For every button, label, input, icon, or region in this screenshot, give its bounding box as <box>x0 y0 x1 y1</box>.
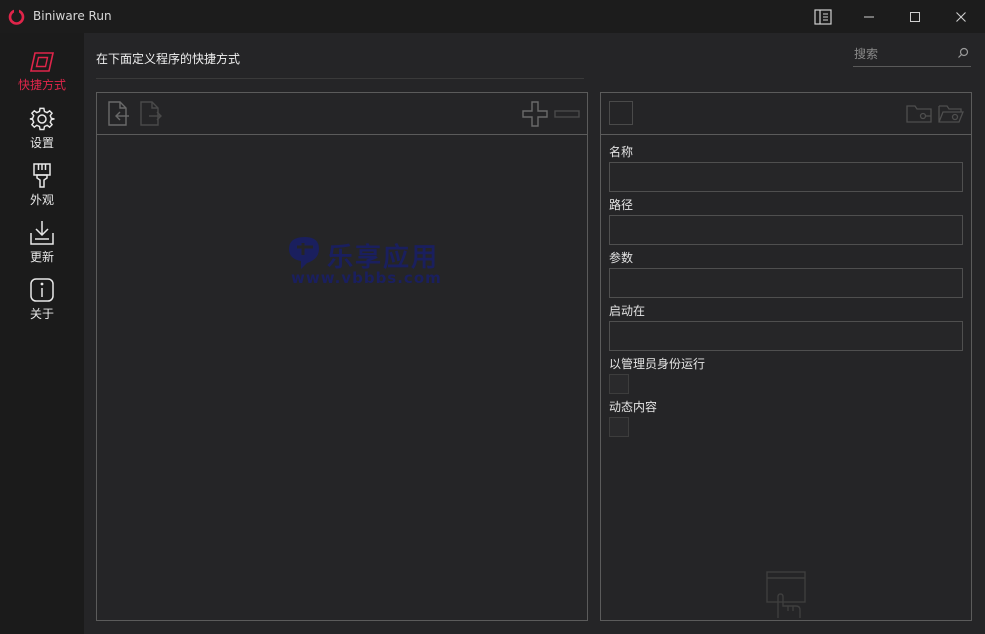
export-icon[interactable] <box>140 101 162 126</box>
startin-field[interactable] <box>609 321 963 351</box>
search-input[interactable] <box>853 44 954 64</box>
sidebar-item-label: 关于 <box>29 307 54 321</box>
maximize-icon <box>910 11 920 22</box>
params-label: 参数 <box>609 251 634 265</box>
shortcut-details-panel: 名称 路径 参数 启动在 以管理员身份运行 动态内容 <box>600 92 972 621</box>
title-bar: Biniware Run <box>0 0 985 33</box>
sidebar-item-label: 外观 <box>29 193 54 207</box>
close-button[interactable] <box>938 0 984 33</box>
brush-icon <box>33 163 51 188</box>
window-title: Biniware Run <box>33 9 112 23</box>
gear-icon <box>29 107 55 131</box>
minimize-icon <box>864 16 874 17</box>
watermark-url: www.vbbbs.com <box>291 269 442 287</box>
sidebar-item-label: 快捷方式 <box>17 78 66 92</box>
run-as-admin-label: 以管理员身份运行 <box>609 357 706 371</box>
reader-icon <box>814 8 832 25</box>
minimize-button[interactable] <box>846 0 892 33</box>
divider <box>96 78 584 79</box>
remove-icon[interactable] <box>554 101 580 127</box>
sidebar-item-label: 更新 <box>29 250 54 264</box>
sidebar-item-update[interactable]: 更新 <box>0 220 84 274</box>
startin-label: 启动在 <box>609 304 646 318</box>
watermark-logo-icon <box>289 237 319 269</box>
download-icon <box>30 221 54 245</box>
path-field[interactable] <box>609 215 963 245</box>
sidebar-item-label: 设置 <box>29 136 54 150</box>
details-toolbar <box>601 93 971 135</box>
name-label: 名称 <box>609 145 634 159</box>
sidebar-item-about[interactable]: 关于 <box>0 277 84 331</box>
close-icon <box>956 11 966 22</box>
watermark: 乐享应用 www.vbbbs.com <box>285 235 465 290</box>
program-icon-placeholder <box>609 101 633 125</box>
run-as-admin-checkbox[interactable] <box>609 374 629 394</box>
search-icon[interactable] <box>957 47 969 59</box>
search-box <box>853 44 971 67</box>
reader-mode-button[interactable] <box>800 0 846 33</box>
import-icon[interactable] <box>108 101 130 126</box>
shortcut-list-panel <box>96 92 588 621</box>
shortcut-icon <box>30 52 54 72</box>
params-field[interactable] <box>609 268 963 298</box>
browse-folder-icon[interactable] <box>938 103 964 123</box>
open-folder-icon[interactable] <box>906 103 932 123</box>
sidebar-item-appearance[interactable]: 外观 <box>0 163 84 217</box>
dynamic-content-label: 动态内容 <box>609 400 658 414</box>
page-title: 在下面定义程序的快捷方式 <box>96 52 241 66</box>
dynamic-content-checkbox[interactable] <box>609 417 629 437</box>
list-toolbar <box>97 93 587 135</box>
sidebar-item-settings[interactable]: 设置 <box>0 106 84 160</box>
info-icon <box>30 278 54 302</box>
add-icon[interactable] <box>522 101 548 127</box>
sidebar: 快捷方式 设置 外观 更新 关于 <box>0 33 84 634</box>
sidebar-item-shortcuts[interactable]: 快捷方式 <box>0 50 84 104</box>
app-logo-icon <box>8 8 25 25</box>
drag-click-icon <box>766 571 806 618</box>
path-label: 路径 <box>609 198 634 212</box>
name-field[interactable] <box>609 162 963 192</box>
maximize-button[interactable] <box>892 0 938 33</box>
